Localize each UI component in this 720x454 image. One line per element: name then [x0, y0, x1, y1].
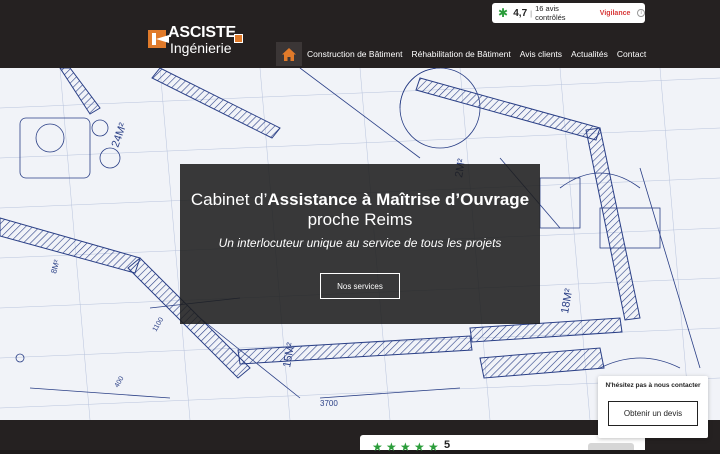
site-logo[interactable]: ASCISTE Ingénierie: [148, 24, 244, 56]
info-icon[interactable]: i: [637, 9, 645, 17]
logo-text-bottom: Ingénierie: [170, 40, 232, 56]
nav-construction[interactable]: Construction de Bâtiment: [307, 49, 402, 59]
hero-section: 24M² 2M² 18M² 15M² 8M² 3700 1100 400 Cab…: [0, 68, 720, 420]
quote-button[interactable]: Obtenir un devis: [608, 401, 698, 426]
contact-widget: N'hésitez pas à nous contacter Obtenir u…: [598, 376, 708, 438]
star-icon: ★: [428, 440, 439, 454]
nav-actualites[interactable]: Actualités: [571, 49, 608, 59]
review-tab: [588, 443, 634, 450]
vigilance-label: Vigilance: [599, 9, 631, 17]
nav-home-button[interactable]: [276, 42, 302, 66]
site-header: ASCISTE Ingénierie ✱ 4,7 | 16 avis contr…: [0, 0, 720, 68]
rating-separator: |: [530, 8, 533, 18]
rating-count: 16 avis contrôlés: [535, 4, 566, 22]
hero-overlay-box: Cabinet d’Assistance à Maîtrise d’Ouvrag…: [180, 164, 540, 324]
main-nav: Construction de Bâtiment Réhabilitation …: [276, 42, 646, 66]
dimension-label: 3700: [320, 399, 338, 408]
logo-mark-icon: [148, 30, 166, 48]
logo-badge-icon: [234, 34, 243, 43]
review-score: 5: [444, 439, 451, 451]
home-icon: [282, 47, 296, 61]
star-icon: ★: [414, 440, 425, 454]
hero-title: Cabinet d’Assistance à Maîtrise d’Ouvrag…: [180, 190, 540, 230]
hero-title-location: proche Reims: [307, 210, 413, 229]
contact-widget-title: N'hésitez pas à nous contacter: [605, 382, 701, 389]
verified-star-icon: ✱: [498, 6, 509, 20]
hero-subtitle: Un interlocuteur unique au service de to…: [218, 236, 502, 250]
hero-title-part: Cabinet d’: [190, 190, 268, 209]
review-stars: ★ ★ ★ ★ ★: [372, 441, 440, 453]
nav-rehabilitation[interactable]: Réhabilitation de Bâtiment: [411, 49, 510, 59]
rating-score: 4,7: [513, 7, 528, 19]
hero-title-bold: Assistance à Maîtrise d’Ouvrage: [267, 190, 530, 209]
rating-badge[interactable]: ✱ 4,7 | 16 avis contrôlés Vigilance i: [492, 3, 645, 23]
star-icon: ★: [386, 440, 397, 454]
nav-avis-clients[interactable]: Avis clients: [520, 49, 562, 59]
star-icon: ★: [400, 440, 411, 454]
nav-contact[interactable]: Contact: [617, 49, 646, 59]
star-icon: ★: [372, 440, 383, 454]
services-button[interactable]: Nos services: [320, 273, 400, 299]
